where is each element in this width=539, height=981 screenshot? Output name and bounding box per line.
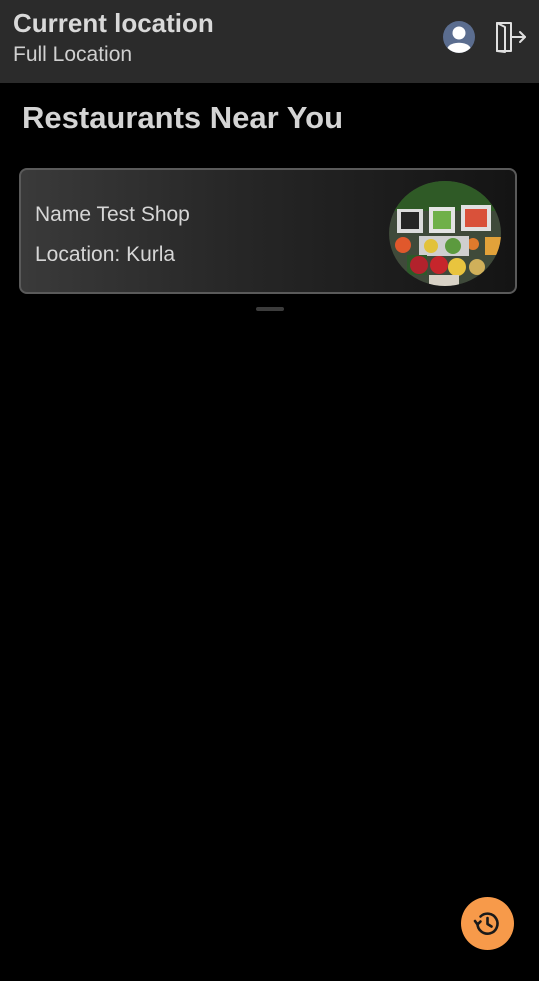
profile-button[interactable]	[442, 20, 476, 54]
history-button[interactable]	[461, 897, 514, 950]
app-bar: Current location Full Location	[0, 0, 539, 83]
avatar-icon	[443, 21, 475, 53]
section-title: Restaurants Near You	[22, 100, 344, 135]
drag-handle[interactable]	[256, 307, 284, 311]
logout-button[interactable]	[493, 19, 529, 55]
restaurant-card[interactable]: Name Test Shop Location: Kurla	[19, 168, 517, 294]
current-location-title[interactable]: Current location	[13, 8, 214, 39]
full-location-subtitle[interactable]: Full Location	[13, 43, 132, 67]
restaurant-name: Name Test Shop	[35, 203, 190, 226]
food-platter-icon	[389, 181, 501, 286]
history-icon	[473, 912, 499, 935]
restaurant-location: Location: Kurla	[35, 243, 176, 266]
logout-icon	[496, 22, 526, 53]
